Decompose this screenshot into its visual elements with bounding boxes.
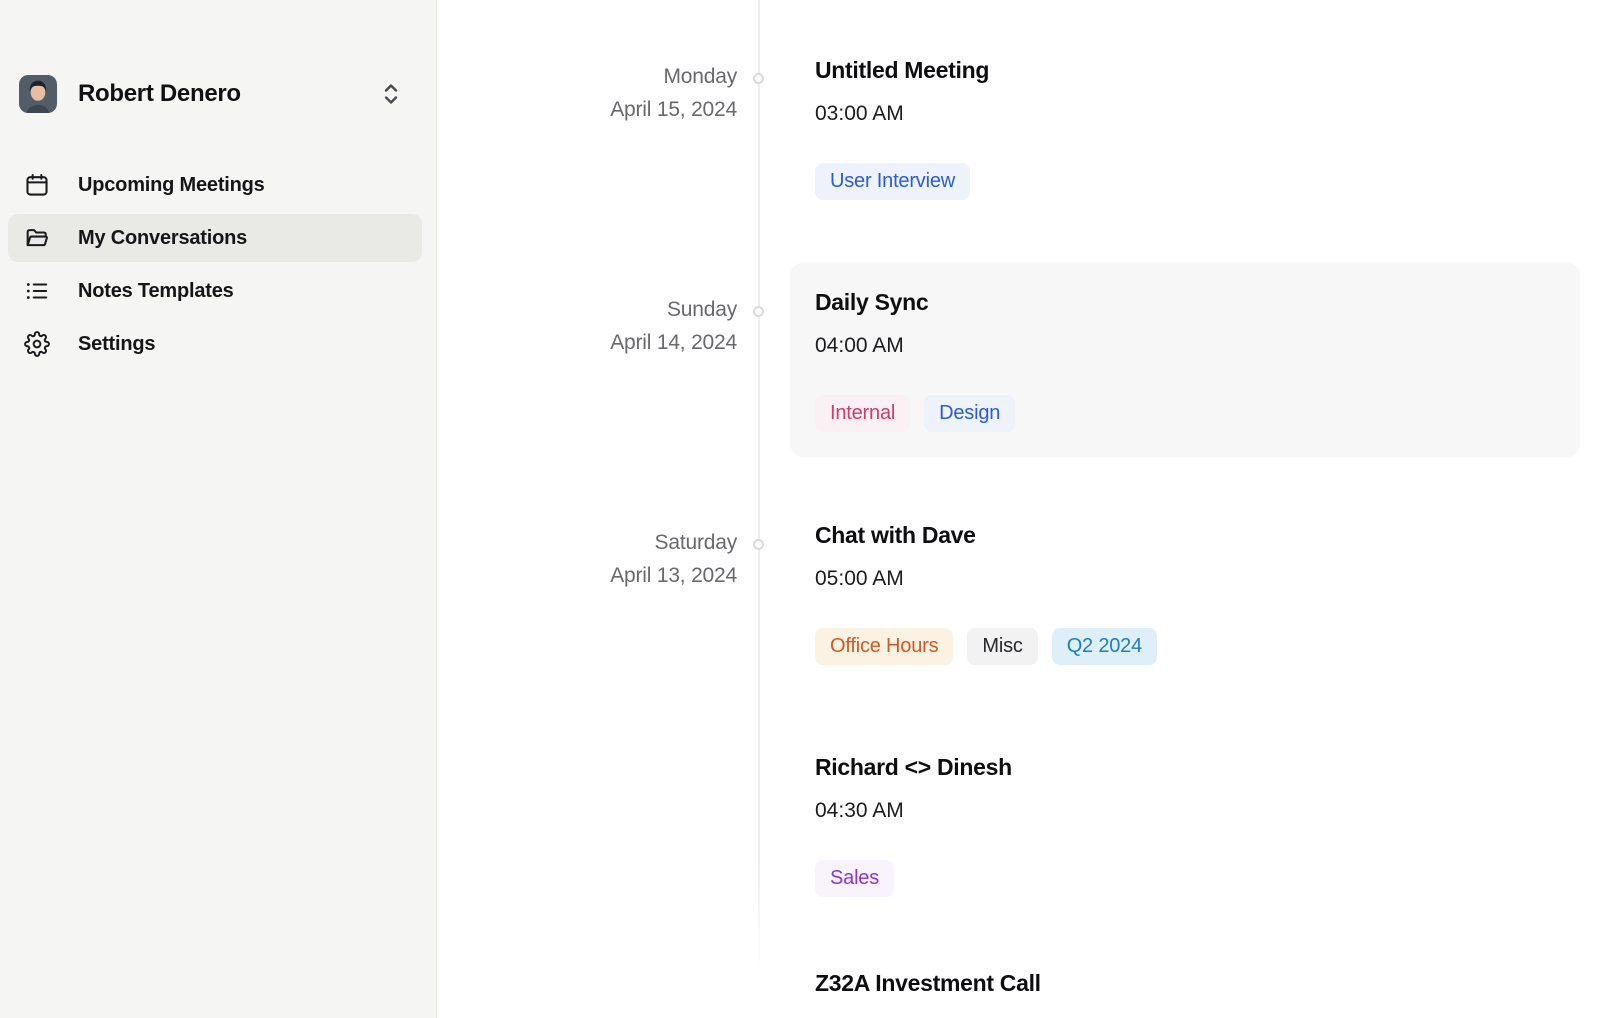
date-full: April 13, 2024 (437, 559, 737, 592)
timeline-dot (753, 73, 764, 84)
avatar (19, 75, 57, 113)
tag-sales[interactable]: Sales (815, 860, 894, 897)
meeting-time: 03:00 AM (815, 100, 1556, 128)
timeline: MondayApril 15, 2024 Untitled Meeting 03:0… (437, 0, 1600, 1018)
date-day: Monday (437, 60, 737, 93)
sidebar-item-label: Upcoming Meetings (78, 174, 265, 197)
meeting-tags: Office Hours Misc Q2 2024 (815, 628, 1556, 665)
meeting-time: 04:30 AM (815, 797, 1556, 825)
chevron-up-down-icon (379, 81, 403, 107)
tag-internal[interactable]: Internal (815, 395, 910, 432)
timeline-line (758, 0, 760, 975)
meeting-tags: User Interview (815, 163, 1556, 200)
account-switcher[interactable]: Robert Denero (0, 68, 437, 120)
sidebar: Robert Denero Upcoming Meetings My Conver… (0, 0, 437, 1018)
meeting-card-daily-sync[interactable]: Daily Sync 04:00 AM Internal Design (790, 262, 1580, 457)
date-day: Sunday (437, 293, 737, 326)
tag-q2-2024[interactable]: Q2 2024 (1052, 628, 1157, 665)
tag-misc[interactable]: Misc (967, 628, 1037, 665)
timeline-dot (753, 539, 764, 550)
meeting-tags: Sales (815, 860, 1556, 897)
sidebar-item-notes-templates[interactable]: Notes Templates (8, 267, 422, 315)
date-day: Saturday (437, 526, 737, 559)
meeting-title: Daily Sync (815, 287, 1555, 317)
calendar-icon (24, 172, 50, 198)
tag-design[interactable]: Design (924, 395, 1015, 432)
sidebar-item-label: Settings (78, 333, 155, 356)
tag-office-hours[interactable]: Office Hours (815, 628, 953, 665)
user-name: Robert Denero (78, 80, 241, 108)
app-window: Robert Denero Upcoming Meetings My Conver… (0, 0, 1600, 1018)
date-full: April 15, 2024 (437, 93, 737, 126)
sidebar-nav: Upcoming Meetings My Conversations Notes T… (8, 161, 422, 373)
meeting-card-chat-with-dave[interactable]: Chat with Dave 05:00 AM Office Hours Misc Q2… (815, 520, 1556, 665)
tag-user-interview[interactable]: User Interview (815, 163, 970, 200)
timeline-date: MondayApril 15, 2024 (437, 60, 737, 126)
timeline-date: SundayApril 14, 2024 (437, 293, 737, 359)
meeting-title: Untitled Meeting (815, 55, 1556, 85)
meeting-time: 04:00 AM (815, 332, 1555, 360)
date-full: April 14, 2024 (437, 326, 737, 359)
meeting-card-untitled-meeting[interactable]: Untitled Meeting 03:00 AM User Interview (815, 55, 1556, 200)
meeting-card-richard-dinesh[interactable]: Richard <> Dinesh 04:30 AM Sales (815, 752, 1556, 897)
meeting-tags: Internal Design (815, 395, 1555, 432)
sidebar-item-label: My Conversations (78, 227, 247, 250)
meeting-title: Z32A Investment Call (815, 968, 1556, 998)
sidebar-item-upcoming-meetings[interactable]: Upcoming Meetings (8, 161, 422, 209)
sidebar-item-my-conversations[interactable]: My Conversations (8, 214, 422, 262)
timeline-date: SaturdayApril 13, 2024 (437, 526, 737, 592)
timeline-dot (753, 306, 764, 317)
meeting-time: 05:00 AM (815, 565, 1556, 593)
sidebar-item-settings[interactable]: Settings (8, 320, 422, 368)
sidebar-item-label: Notes Templates (78, 280, 234, 303)
list-icon (24, 278, 50, 304)
meeting-title: Richard <> Dinesh (815, 752, 1556, 782)
folder-icon (24, 225, 50, 251)
gear-icon (24, 331, 50, 357)
meeting-card-z32a-investment-call[interactable]: Z32A Investment Call (815, 968, 1556, 998)
meeting-title: Chat with Dave (815, 520, 1556, 550)
